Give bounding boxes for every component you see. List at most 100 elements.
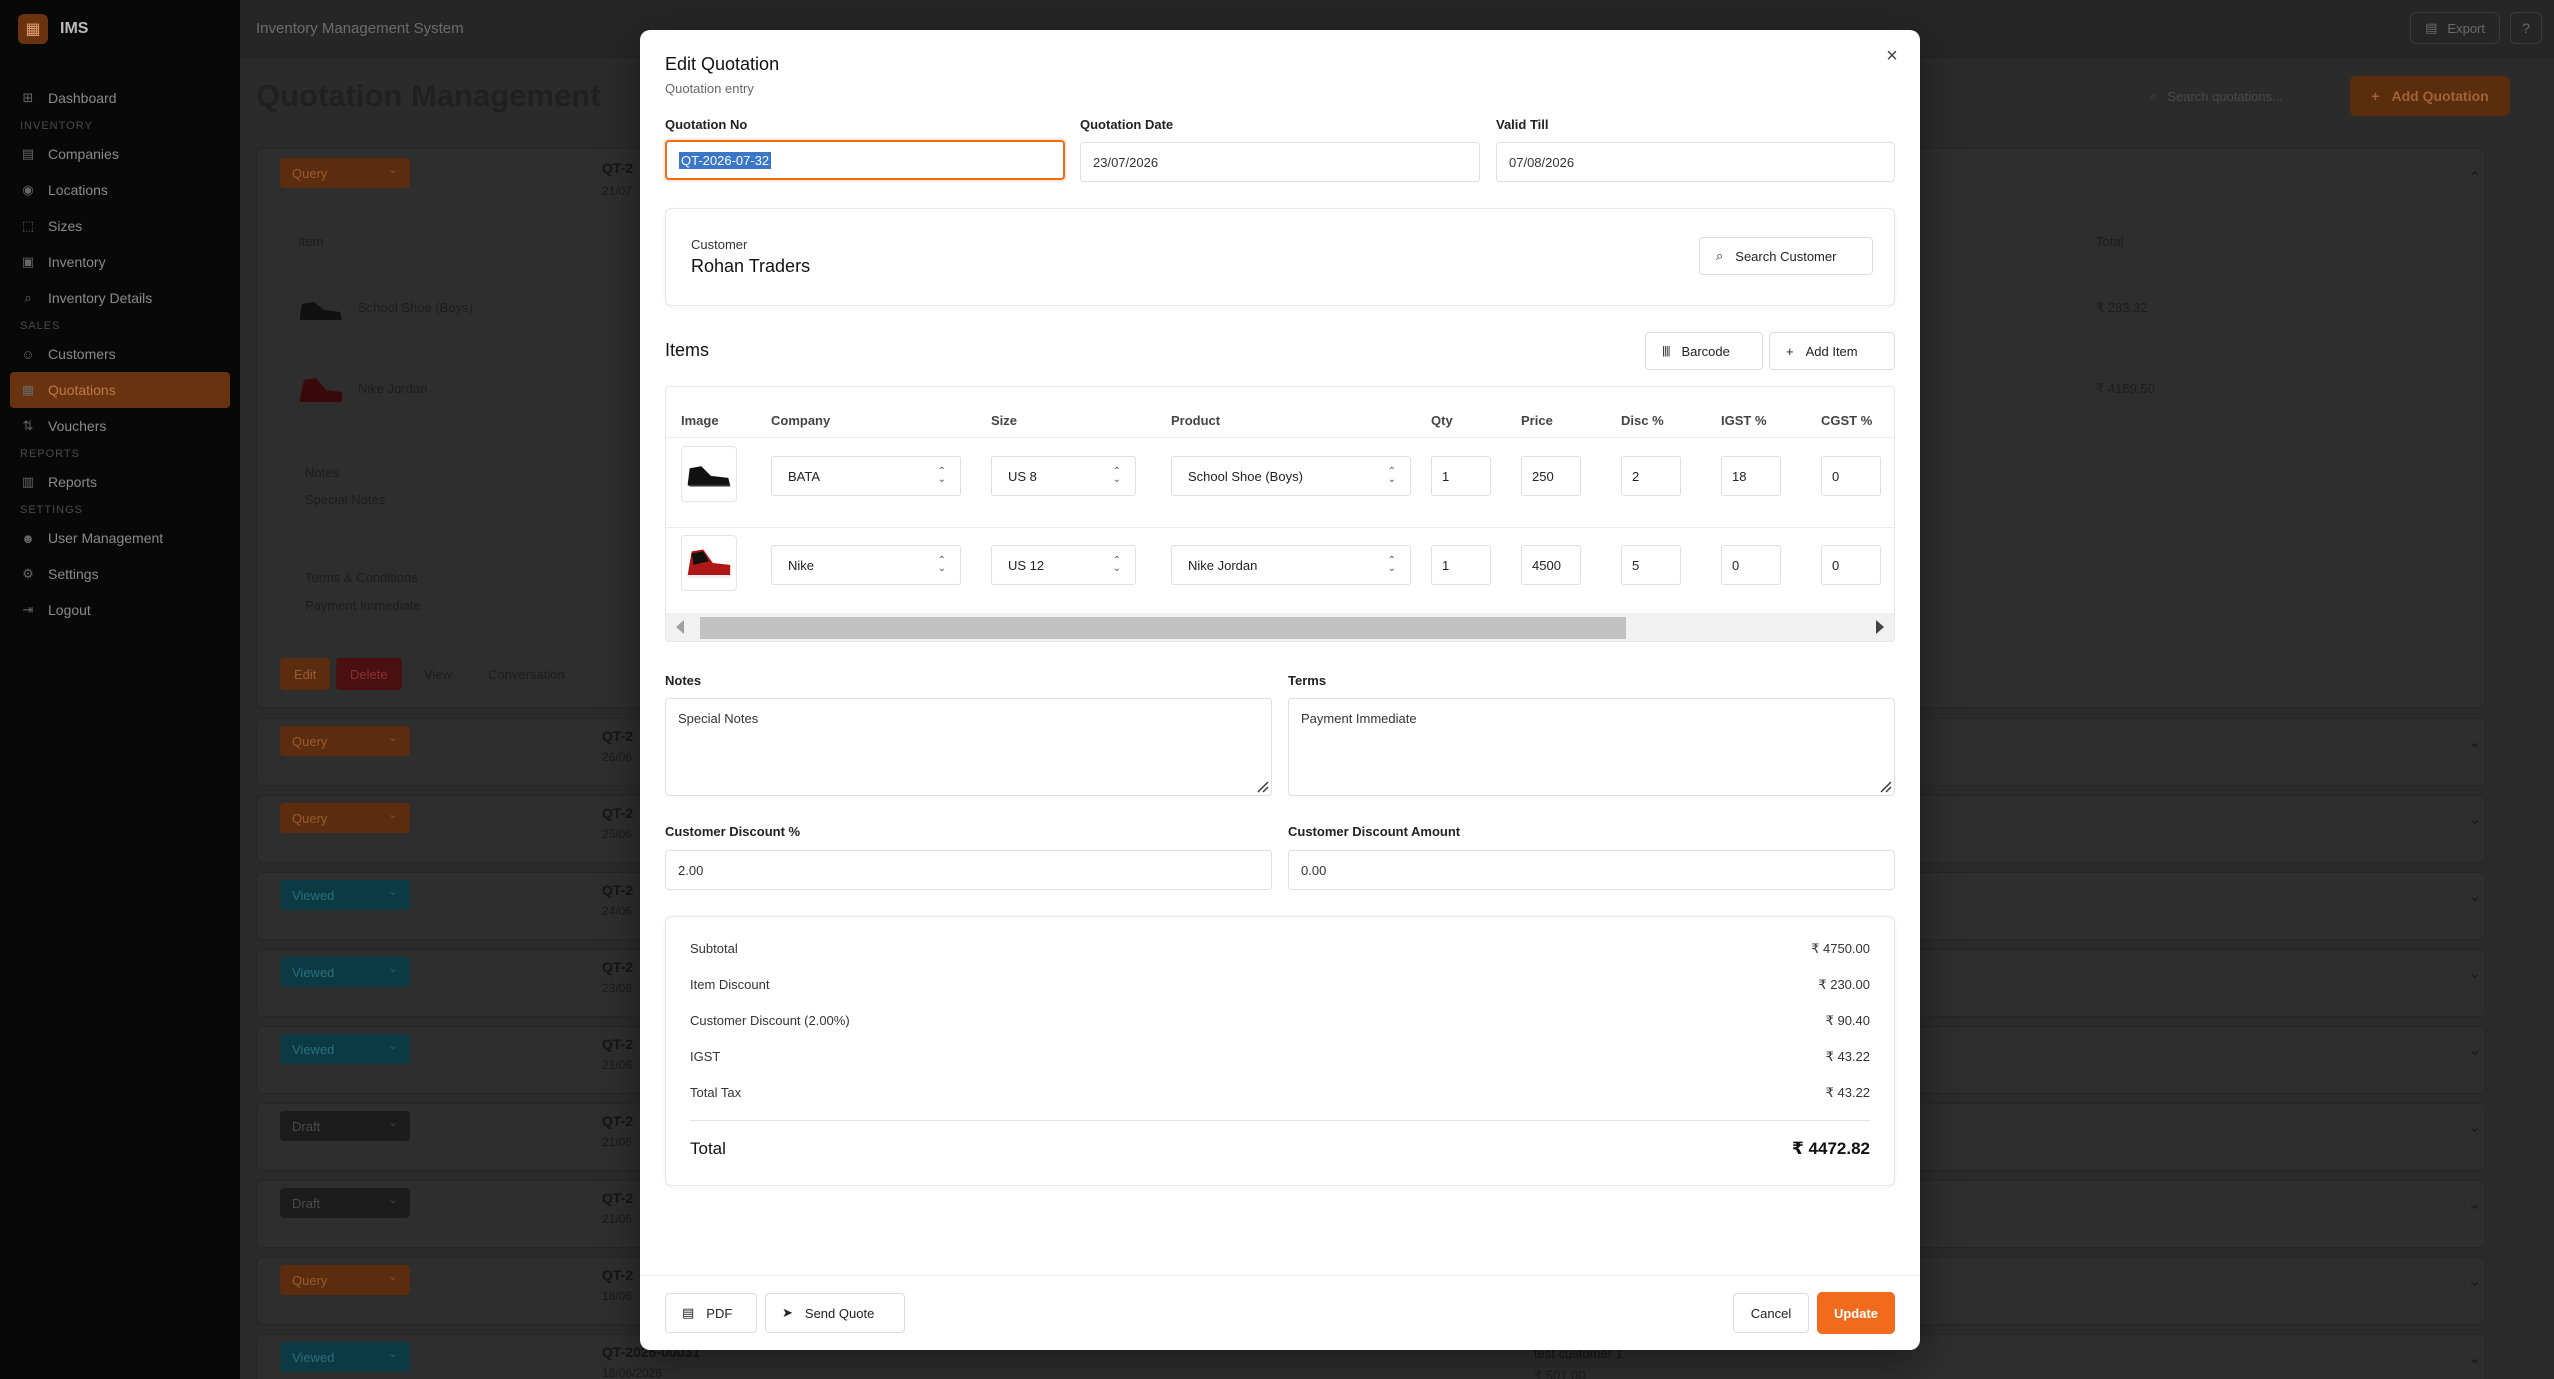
sidebar-item-user-management[interactable]: ☻ User Management	[10, 520, 230, 556]
summary-value: ₹ 230.00	[1818, 977, 1870, 992]
sidebar-item-settings[interactable]: ⚙ Settings	[10, 556, 230, 592]
valid-till-input[interactable]: 07/08/2026	[1496, 142, 1895, 182]
chevron-down-icon[interactable]: ⌄	[2468, 1040, 2481, 1060]
add-item-label: Add Item	[1805, 343, 1858, 359]
size-select[interactable]: US 12 ⌃ ⌄	[991, 545, 1136, 585]
sidebar-item-vouchers[interactable]: ⇅ Vouchers	[10, 408, 230, 444]
company-select[interactable]: Nike ⌃ ⌄	[771, 545, 961, 585]
sidebar-item-companies[interactable]: ▤ Companies	[10, 136, 230, 172]
product-select[interactable]: School Shoe (Boys) ⌃ ⌄	[1171, 456, 1411, 496]
column-header: Size	[991, 413, 1018, 428]
product-select-value: Nike Jordan	[1188, 557, 1258, 573]
disc-input[interactable]: 5	[1621, 545, 1681, 585]
size-select[interactable]: US 8 ⌃ ⌄	[991, 456, 1136, 496]
summary-row: Item Discount ₹ 230.00	[690, 977, 1870, 997]
product-select[interactable]: Nike Jordan ⌃ ⌄	[1171, 545, 1411, 585]
app-name: IMS	[60, 20, 89, 37]
qty-input[interactable]: 1	[1431, 545, 1491, 585]
settings-icon: ⚙	[22, 566, 34, 581]
sidebar-item-sizes[interactable]: ⬚ Sizes	[10, 208, 230, 244]
scroll-right-icon[interactable]	[1876, 620, 1884, 634]
status-badge[interactable]: Query	[280, 726, 410, 756]
price-input[interactable]: 250	[1521, 456, 1581, 496]
search-quotations-input[interactable]: ⌕ Search quotations...	[2140, 78, 2320, 114]
status-badge[interactable]: Query	[280, 158, 410, 188]
terms-textarea[interactable]: Payment Immediate	[1288, 698, 1895, 796]
status-badge[interactable]: Query	[280, 1265, 410, 1295]
delete-button[interactable]: Delete	[336, 658, 402, 690]
cancel-button[interactable]: Cancel	[1733, 1293, 1809, 1333]
search-placeholder: Search quotations...	[2167, 88, 2283, 104]
summary-value: ₹ 90.40	[1825, 1013, 1870, 1028]
chevron-down-icon[interactable]: ⌄	[2468, 1194, 2481, 1214]
quotation-no-value: QT-2026-07-32	[679, 151, 772, 169]
add-quotation-button[interactable]: + Add Quotation	[2350, 76, 2510, 116]
quotation-no-input[interactable]: QT-2026-07-32	[665, 140, 1065, 180]
status-badge[interactable]: Query	[280, 803, 410, 833]
sidebar-item-locations[interactable]: ◉ Locations	[10, 172, 230, 208]
sidebar-item-logout[interactable]: ⇥ Logout	[10, 592, 230, 628]
company-select[interactable]: BATA ⌃ ⌄	[771, 456, 961, 496]
pdf-button[interactable]: ▤ PDF	[665, 1293, 757, 1333]
resize-handle-icon[interactable]	[1878, 779, 1892, 793]
customers-icon: ☺	[21, 346, 35, 362]
cgst-input[interactable]: 0	[1821, 545, 1881, 585]
summary-label: Customer Discount (2.00%)	[690, 1013, 850, 1028]
scrollbar-thumb[interactable]	[700, 617, 1626, 639]
resize-handle-icon[interactable]	[1255, 779, 1269, 793]
barcode-button[interactable]: |||| Barcode	[1645, 332, 1763, 370]
chevron-up-icon[interactable]: ⌃	[2468, 168, 2481, 188]
sidebar-item-customers[interactable]: ☺ Customers	[10, 336, 230, 372]
status-badge[interactable]: Draft	[280, 1188, 410, 1218]
chevron-down-icon[interactable]: ⌄	[2468, 1117, 2481, 1137]
edit-button[interactable]: Edit	[280, 658, 331, 690]
disc-input[interactable]: 2	[1621, 456, 1681, 496]
sidebar-item-reports[interactable]: ▥ Reports	[10, 464, 230, 500]
igst-input[interactable]: 0	[1721, 545, 1781, 585]
customer-discount-amount-input[interactable]: 0.00	[1288, 850, 1895, 890]
status-badge[interactable]: Draft	[280, 1111, 410, 1141]
close-icon[interactable]: ×	[1880, 44, 1904, 68]
sidebar-item-inventory-details[interactable]: ⌕ Inventory Details	[10, 280, 230, 316]
search-customer-button[interactable]: ⌕ Search Customer	[1699, 237, 1873, 275]
sidebar-item-dashboard[interactable]: ⊞ Dashboard	[10, 80, 230, 116]
customer-label: Customer	[691, 237, 748, 252]
help-button[interactable]: ?	[2510, 12, 2542, 44]
view-button[interactable]: View	[410, 658, 466, 690]
nav-section-label: INVENTORY	[20, 120, 93, 132]
status-badge[interactable]: Viewed	[280, 1342, 410, 1372]
sidebar-item-inventory[interactable]: ▣ Inventory	[10, 244, 230, 280]
notes-textarea[interactable]: Special Notes	[665, 698, 1272, 796]
send-quote-button[interactable]: ➤ Send Quote	[765, 1293, 905, 1333]
chevron-down-icon[interactable]: ⌄	[2468, 732, 2481, 752]
status-badge[interactable]: Viewed	[280, 880, 410, 910]
chevron-down-icon[interactable]: ⌄	[2468, 886, 2481, 906]
scroll-left-icon[interactable]	[676, 620, 684, 634]
customer-discount-pct-input[interactable]: 2.00	[665, 850, 1272, 890]
sidebar-item-quotations[interactable]: ▦ Quotations	[10, 372, 230, 408]
price-input[interactable]: 4500	[1521, 545, 1581, 585]
chevron-down-icon[interactable]: ⌄	[2468, 963, 2481, 983]
export-button[interactable]: ▤ Export	[2410, 12, 2500, 44]
update-button[interactable]: Update	[1817, 1292, 1895, 1334]
conversation-button[interactable]: Conversation	[474, 658, 579, 690]
igst-input[interactable]: 18	[1721, 456, 1781, 496]
quotation-date-input[interactable]: 23/07/2026	[1080, 142, 1480, 182]
chevron-down-icon[interactable]: ⌄	[2468, 1348, 2481, 1368]
customer-discount-amount-label: Customer Discount Amount	[1288, 824, 1461, 839]
status-badge[interactable]: Viewed	[280, 1034, 410, 1064]
horizontal-scrollbar[interactable]	[666, 613, 1894, 641]
quotation-date: 18/06	[602, 1289, 633, 1303]
qty-input[interactable]: 1	[1431, 456, 1491, 496]
export-label: Export	[2447, 20, 2485, 36]
cgst-input[interactable]: 0	[1821, 456, 1881, 496]
summary-row: Customer Discount (2.00%) ₹ 90.40	[690, 1013, 1870, 1033]
add-item-button[interactable]: + Add Item	[1769, 332, 1895, 370]
chevron-down-icon[interactable]: ⌄	[2468, 809, 2481, 829]
chevron-down-icon[interactable]: ⌄	[2468, 1271, 2481, 1291]
add-quotation-label: Add Quotation	[2391, 88, 2489, 104]
nike-jordan-image	[300, 378, 342, 402]
status-badge[interactable]: Viewed	[280, 957, 410, 987]
document-icon: ▤	[2425, 20, 2438, 35]
send-quote-label: Send Quote	[804, 1305, 875, 1321]
